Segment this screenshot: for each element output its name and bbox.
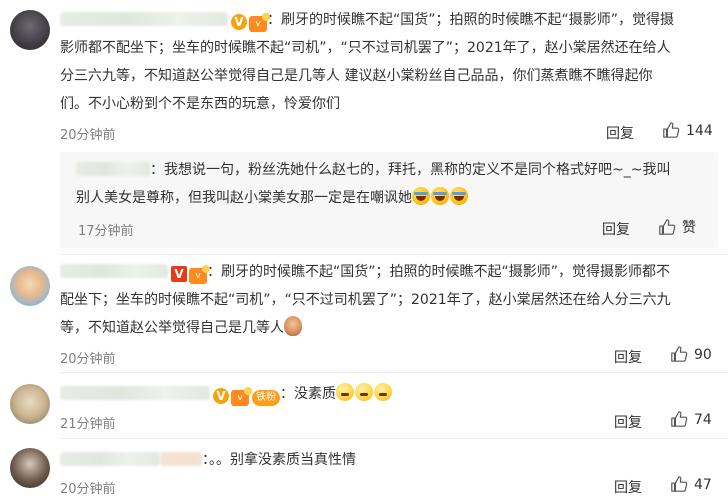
emoji-icon <box>284 316 302 336</box>
divider <box>60 438 728 439</box>
comment-line: ：我想说一句，粉丝洗她什么赵七的，拜托，黑称的定义不是同个格式好吧~_~我叫 <box>150 162 671 178</box>
laugh-cry-emoji-icon <box>431 187 449 205</box>
fan-badge: 铁粉 <box>252 390 280 406</box>
vip-badge-icon: v <box>231 387 252 406</box>
like-button[interactable]: 47 <box>670 475 712 493</box>
comment-text: Vv ：刷牙的时候瞧不起“国货”；拍照的时候瞧不起“摄影师”，觉得摄 影师都不配坐… <box>60 6 720 118</box>
thumbs-up-icon <box>671 476 688 492</box>
avatar[interactable] <box>10 448 50 488</box>
verified-badge-icon: V <box>231 14 247 30</box>
emoji-icon <box>336 383 354 401</box>
divider <box>60 372 728 373</box>
verified-badge-icon: V <box>213 388 229 404</box>
vip-badge-icon: v <box>189 265 210 284</box>
avatar[interactable] <box>10 266 50 306</box>
comment-line: 配坐下；坐车的时候瞧不起“司机”，“只不过司机罢了”；2021年了，赵小棠居然还… <box>60 292 671 308</box>
username[interactable] <box>60 264 168 278</box>
like-label: 赞 <box>682 220 696 236</box>
verified-badge-icon: V <box>171 266 187 282</box>
laugh-cry-emoji-icon <box>412 187 430 205</box>
emoji-icon <box>355 383 373 401</box>
timestamp: 21分钟前 <box>60 417 116 432</box>
like-count: 144 <box>686 123 713 139</box>
like-button[interactable]: 144 <box>662 121 713 139</box>
avatar[interactable] <box>10 384 50 424</box>
comment-line: 等，不知道赵公举觉得自己是几等人 <box>60 320 284 336</box>
username[interactable] <box>60 386 210 400</box>
reply-button[interactable]: 回复 <box>614 412 642 432</box>
comment-text: Vv 铁粉 ：没素质 <box>60 380 720 408</box>
laugh-cry-emoji-icon <box>450 187 468 205</box>
reply-button[interactable]: 回复 <box>602 219 630 239</box>
username[interactable] <box>76 162 150 176</box>
comment-text: Vv ：刷牙的时候瞧不起“国货”；拍照的时候瞧不起“摄影师”，觉得摄影师都不 配坐… <box>60 258 720 342</box>
avatar[interactable] <box>10 10 50 50</box>
blurred-badge <box>160 452 202 466</box>
thumbs-up-icon <box>671 411 688 427</box>
like-button[interactable]: 74 <box>670 410 712 428</box>
comment-text: ：。。别拿没素质当真性情 <box>60 446 720 474</box>
timestamp: 20分钟前 <box>60 482 116 497</box>
thumbs-up-icon <box>659 219 676 235</box>
vip-badge-icon: v <box>249 13 270 32</box>
comment-line: 影师都不配坐下；坐车的时候瞧不起“司机”，“只不过司机罢了”；2021年了，赵小… <box>60 40 671 56</box>
username[interactable] <box>60 12 228 26</box>
timestamp: 20分钟前 <box>60 352 116 367</box>
timestamp: 20分钟前 <box>60 128 116 143</box>
timestamp: 17分钟前 <box>78 224 134 239</box>
divider <box>60 254 728 255</box>
reply-button[interactable]: 回复 <box>614 347 642 367</box>
comment-line: ：没素质 <box>280 386 336 402</box>
comment-text: ：我想说一句，粉丝洗她什么赵七的，拜托，黑称的定义不是同个格式好吧~_~我叫 别… <box>76 156 712 212</box>
reply-button[interactable]: 回复 <box>606 123 634 143</box>
comment-line: ：刷牙的时候瞧不起“国货”；拍照的时候瞧不起“摄影师”，觉得摄 <box>267 12 675 28</box>
comment-line: ：刷牙的时候瞧不起“国货”；拍照的时候瞧不起“摄影师”，觉得摄影师都不 <box>207 264 671 280</box>
comment-line: 分三六九等，不知道赵公举觉得自己是几等人 建议赵小棠粉丝自己品品，你们蒸煮瞧不瞧… <box>60 68 653 84</box>
thumbs-up-icon <box>663 122 680 138</box>
comment-line: 们。不小心粉到个不是东西的玩意，怜爱你们 <box>60 96 340 112</box>
like-count: 47 <box>694 477 712 493</box>
username[interactable] <box>60 452 160 466</box>
comment-line: ：。。别拿没素质当真性情 <box>202 452 356 468</box>
reply-thread: ：我想说一句，粉丝洗她什么赵七的，拜托，黑称的定义不是同个格式好吧~_~我叫 别… <box>60 152 718 248</box>
emoji-icon <box>374 383 392 401</box>
like-count: 90 <box>694 347 712 363</box>
reply-button[interactable]: 回复 <box>614 477 642 497</box>
like-button[interactable]: 赞 <box>658 217 696 237</box>
like-count: 74 <box>694 412 712 428</box>
comment-line: 别人美女是尊称，但我叫赵小棠美女那一定是在嘲讽她 <box>76 190 412 206</box>
like-button[interactable]: 90 <box>670 345 712 363</box>
thumbs-up-icon <box>671 346 688 362</box>
